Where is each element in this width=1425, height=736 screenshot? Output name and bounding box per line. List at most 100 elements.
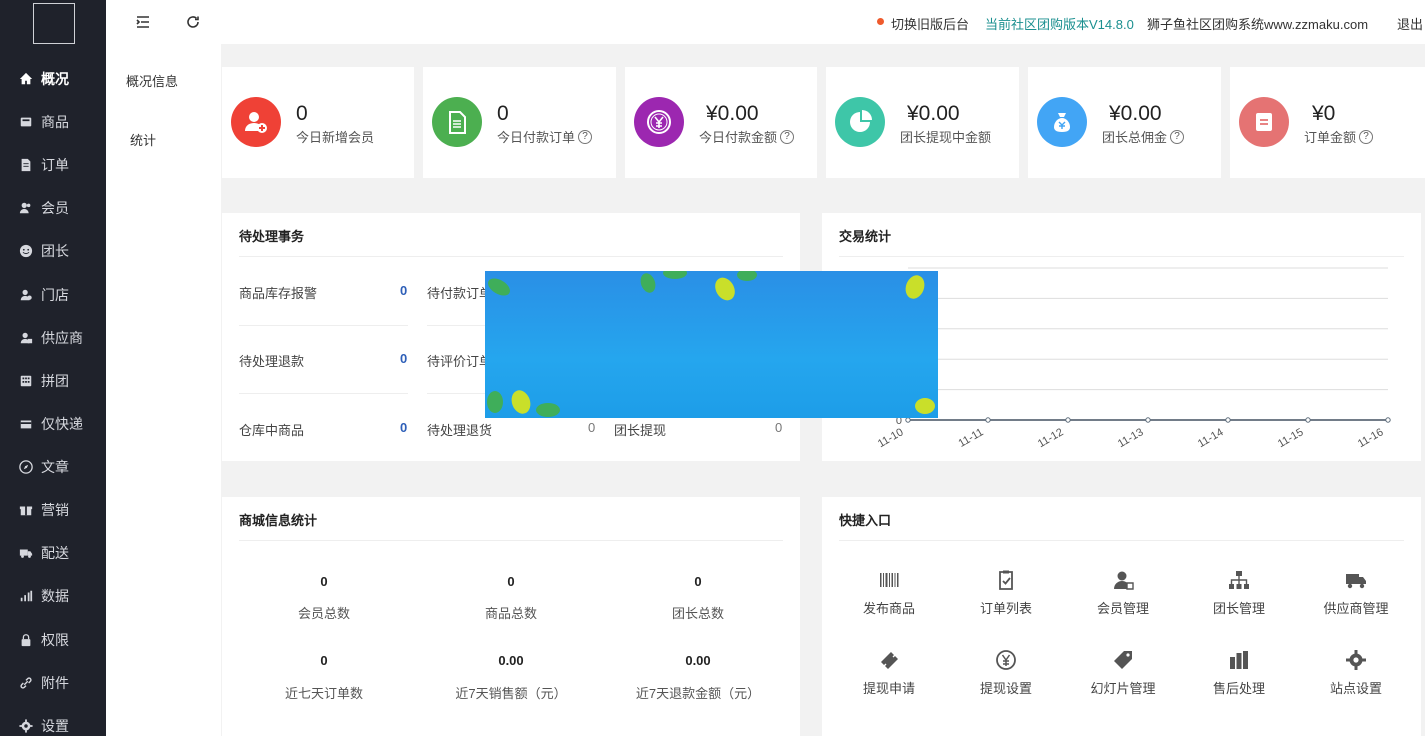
sidebar-item-11[interactable]: 配送	[0, 533, 106, 573]
chart-point[interactable]	[1305, 417, 1311, 423]
todo-item-pending-return[interactable]: 待处理退货	[427, 420, 492, 439]
sidebar-item-label: 仅快递	[41, 416, 83, 432]
barcode-icon	[878, 569, 900, 591]
menu-toggle-icon[interactable]	[135, 14, 151, 30]
lock-icon	[18, 632, 34, 648]
quick-entry-4[interactable]: 供应商管理	[1301, 569, 1411, 617]
help-icon[interactable]: ?	[1170, 129, 1185, 144]
sidebar-item-1[interactable]: 商品	[0, 102, 106, 142]
shop-value-week-orders: 0	[320, 653, 328, 668]
help-icon[interactable]: ?	[1359, 129, 1374, 144]
shop-value-week-refund: 0.00	[685, 653, 711, 668]
quick-entry-3[interactable]: 团长管理	[1184, 569, 1294, 617]
quick-entry-7[interactable]: 幻灯片管理	[1068, 649, 1178, 697]
sidebar-item-label: 门店	[41, 287, 69, 303]
top-bar: 切换旧版后台 当前社区团购版本V14.8.0 狮子鱼社区团购系统www.zzma…	[106, 0, 1425, 44]
sidebar-item-5[interactable]: 门店	[0, 275, 106, 315]
logo-image[interactable]	[33, 3, 75, 44]
link-icon	[18, 675, 34, 691]
stat-label: 订单金额?	[1304, 127, 1374, 146]
shop-label-week-refund: 近7天退款金额（元）	[635, 686, 761, 701]
pie-icon	[835, 97, 885, 147]
sidebar-item-10[interactable]: 营销	[0, 490, 106, 530]
user-manage-icon	[1112, 569, 1134, 591]
sidebar-item-label: 附件	[41, 675, 69, 691]
sidebar-item-9[interactable]: 文章	[0, 447, 106, 487]
sidebar-item-8[interactable]: 仅快递	[0, 404, 106, 444]
quick-entry-title: 快捷入口	[839, 513, 892, 528]
stat-card: ¥0.00 今日付款金额?	[625, 67, 817, 178]
chart-point[interactable]	[905, 417, 911, 423]
quick-entry-0[interactable]: 发布商品	[834, 569, 944, 617]
quick-entry-6[interactable]: 提现设置	[951, 649, 1061, 697]
todo-item-warehouse-goods[interactable]: 仓库中商品	[239, 420, 304, 439]
shop-value-week-sales: 0.00	[498, 653, 524, 668]
sidebar-item-label: 会员	[41, 200, 69, 216]
sidebar-item-label: 团长	[41, 243, 69, 259]
stat-value: ¥0.00	[706, 102, 759, 125]
bars-icon	[1228, 649, 1250, 671]
chart-x-tick-label: 11-10	[876, 426, 906, 450]
sidebar-item-3[interactable]: 会员	[0, 188, 106, 228]
divider	[839, 540, 1404, 541]
todo-item-stock-alert[interactable]: 商品库存报警	[239, 283, 317, 302]
chart-point[interactable]	[1225, 417, 1231, 423]
chart-point[interactable]	[985, 417, 991, 423]
todo-item-leader-withdraw[interactable]: 团长提现	[614, 420, 666, 439]
subnav-item-statistics[interactable]: 统计	[130, 130, 156, 149]
quick-entry-1[interactable]: 订单列表	[951, 569, 1061, 617]
sidebar: 概况 商品订单会员团长门店供应商 拼团仅快递文章 营销 配送 数据权限附件设置	[0, 0, 106, 736]
stat-card: ¥0 订单金额?	[1230, 67, 1425, 178]
help-icon[interactable]: ?	[780, 129, 795, 144]
chart-point[interactable]	[1385, 417, 1391, 423]
sidebar-item-12[interactable]: 数据	[0, 576, 106, 616]
site-link[interactable]: 狮子鱼社区团购系统www.zzmaku.com	[1147, 14, 1368, 33]
todo-value-warehouse-goods: 0	[400, 420, 408, 435]
tag-icon	[1112, 649, 1134, 671]
logout-link[interactable]: 退出	[1397, 14, 1423, 33]
divider	[239, 540, 783, 541]
leader-icon	[18, 243, 34, 259]
stat-value: ¥0	[1312, 102, 1336, 125]
sidebar-item-13[interactable]: 权限	[0, 620, 106, 660]
chart-x-tick-label: 11-15	[1276, 426, 1306, 450]
shop-value-leaders: 0	[694, 574, 702, 589]
chart-x-tick-label: 11-12	[1036, 426, 1066, 450]
stat-label-text: 今日付款金额	[699, 130, 778, 145]
sidebar-item-2[interactable]: 订单	[0, 145, 106, 185]
sidebar-item-14[interactable]: 附件	[0, 663, 106, 703]
todo-item-pending-refund[interactable]: 待处理退款	[239, 351, 304, 370]
sidebar-item-7[interactable]: 拼团	[0, 361, 106, 401]
home-icon	[18, 71, 34, 87]
todo-item-pending-review[interactable]: 待评价订单	[427, 351, 492, 370]
switch-old-admin-link[interactable]: 切换旧版后台	[891, 14, 969, 33]
help-icon[interactable]: ?	[578, 129, 593, 144]
compass-icon	[18, 459, 34, 475]
quick-entry-8[interactable]: 售后处理	[1184, 649, 1294, 697]
sidebar-item-label: 设置	[41, 718, 69, 734]
version-link[interactable]: 当前社区团购版本V14.8.0	[985, 14, 1134, 33]
sidebar-item-label: 订单	[41, 157, 69, 173]
shop-value-goods: 0	[507, 574, 515, 589]
todo-value-leader-withdraw: 0	[775, 420, 783, 435]
quick-entry-9[interactable]: 站点设置	[1301, 649, 1411, 697]
stat-value: ¥0.00	[907, 102, 960, 125]
refresh-icon[interactable]	[185, 14, 201, 30]
stat-label-text: 团长总佣金	[1102, 130, 1168, 145]
quick-entry-label: 团长管理	[1212, 601, 1265, 616]
chart-point[interactable]	[1145, 417, 1151, 423]
ad-banner-image[interactable]	[485, 271, 938, 418]
sidebar-item-label: 权限	[41, 632, 69, 648]
chart-point[interactable]	[1065, 417, 1071, 423]
divider	[427, 325, 487, 326]
quick-entry-2[interactable]: 会员管理	[1068, 569, 1178, 617]
sidebar-item-15[interactable]: 设置	[0, 706, 106, 736]
quick-entry-5[interactable]: 提现申请	[834, 649, 944, 697]
stat-value: 0	[296, 102, 308, 125]
chart-x-tick-label: 11-16	[1356, 426, 1386, 450]
sidebar-item-6[interactable]: 供应商	[0, 318, 106, 358]
sidebar-item-4[interactable]: 团长	[0, 231, 106, 271]
todo-item-pending-payment[interactable]: 待付款订单	[427, 283, 492, 302]
subnav-item-overview[interactable]: 概况信息	[126, 71, 178, 90]
sidebar-item-0[interactable]: 概况	[0, 59, 106, 99]
